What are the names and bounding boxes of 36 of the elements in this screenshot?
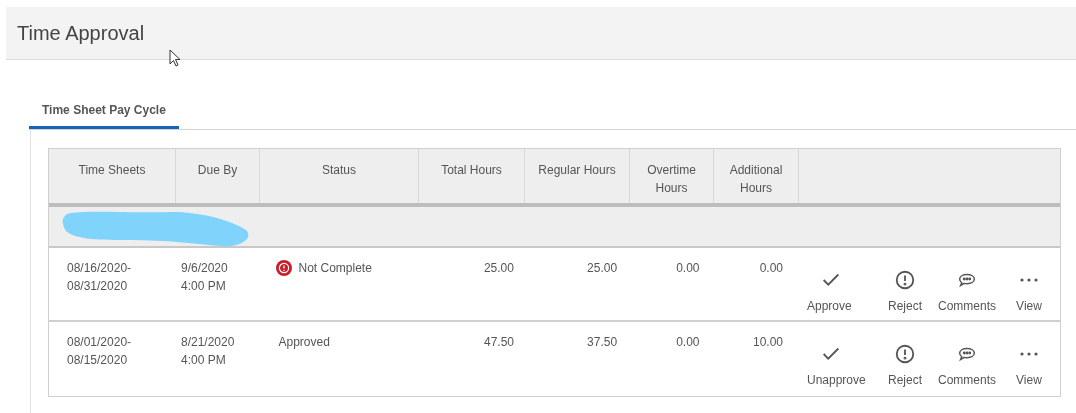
- table-cell-text: 0.00: [676, 260, 700, 277]
- table-cell-text: 25.00: [483, 260, 514, 277]
- action-button[interactable]: Reject: [874, 269, 936, 315]
- exclamation-circle-icon: [894, 269, 916, 291]
- table-cell-text: 08/01/2020- 08/15/2020: [67, 334, 133, 369]
- table-cell-text: 0.00: [676, 334, 700, 351]
- more-icon: [1020, 278, 1038, 282]
- column-header: Time Sheets: [49, 149, 176, 203]
- column-header: Due By: [176, 149, 260, 203]
- column-header: Regular Hours: [525, 149, 630, 203]
- tab[interactable]: Time Sheet Pay Cycle: [29, 94, 179, 129]
- column-header: Status: [260, 149, 419, 203]
- exclamation-circle-icon: [894, 343, 916, 365]
- column-header: Total Hours: [419, 149, 525, 203]
- status-text: Approved: [278, 334, 330, 351]
- page-title: Time Approval: [17, 21, 145, 46]
- action-button[interactable]: Comments: [936, 269, 998, 315]
- table-cell-text: 0.00: [759, 260, 783, 277]
- action-button[interactable]: Approve: [804, 269, 874, 315]
- table-cell-text: 9/6/2020 4:00 PM: [180, 260, 229, 295]
- status-text: Not Complete: [298, 260, 372, 277]
- action-button[interactable]: Unapprove: [804, 343, 874, 389]
- alert-icon: [275, 260, 292, 276]
- table-cell-text: 47.50: [483, 334, 514, 351]
- column-header: Overtime Hours: [630, 149, 714, 203]
- table-cell-text: 08/16/2020- 08/31/2020: [67, 260, 133, 295]
- column-header: Additional Hours: [714, 149, 799, 203]
- more-icon: [1020, 352, 1038, 356]
- table-cell-text: 25.00: [587, 260, 618, 277]
- action-button[interactable]: Reject: [874, 343, 936, 389]
- table-cell-text: 8/21/2020 4:00 PM: [180, 334, 236, 369]
- table-cell-text: 10.00: [752, 334, 783, 351]
- action-button[interactable]: Comments: [936, 343, 998, 389]
- action-button[interactable]: View: [998, 269, 1060, 315]
- table-cell-text: 37.50: [587, 334, 618, 351]
- action-button[interactable]: View: [998, 343, 1060, 389]
